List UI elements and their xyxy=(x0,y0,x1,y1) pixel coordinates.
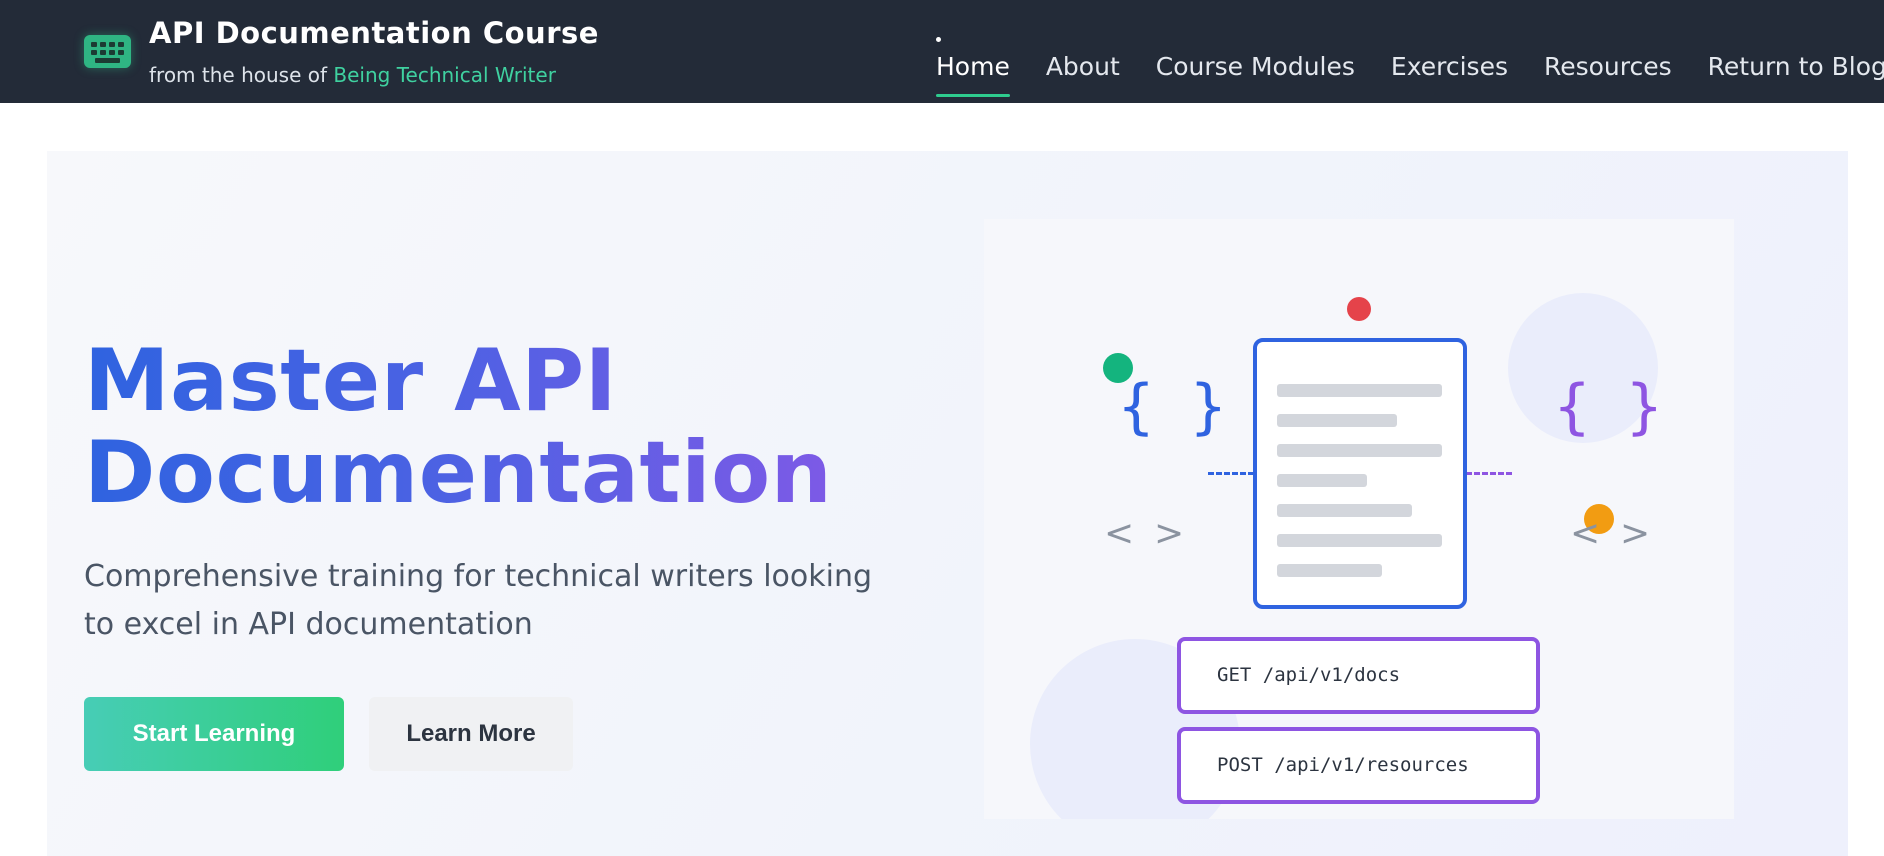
site-subtitle: from the house of Being Technical Writer xyxy=(149,63,556,87)
doc-line xyxy=(1277,534,1442,547)
document-icon xyxy=(1253,338,1467,609)
nav-home[interactable]: Home xyxy=(936,52,1010,97)
curly-braces-icon: { } xyxy=(1554,372,1663,442)
nav-resources[interactable]: Resources xyxy=(1544,52,1672,96)
endpoint-get-docs: GET /api/v1/docs xyxy=(1177,637,1540,714)
connector-right xyxy=(1466,472,1512,475)
api-docs-illustration: { } { } < > < > GET /api/v1/docs POST /a… xyxy=(984,219,1734,819)
connector-left xyxy=(1208,472,1254,475)
hero-description: Comprehensive training for technical wri… xyxy=(84,559,872,642)
doc-line xyxy=(1277,414,1397,427)
main-nav: Home About Course Modules Exercises Reso… xyxy=(936,52,1884,97)
nav-about[interactable]: About xyxy=(1046,52,1120,96)
doc-line xyxy=(1277,504,1412,517)
hero-title: Master API Documentation xyxy=(84,335,832,519)
doc-line xyxy=(1277,444,1442,457)
doc-line xyxy=(1277,384,1442,397)
hero-title-line2: Documentation xyxy=(84,423,833,523)
start-learning-button[interactable]: Start Learning xyxy=(84,697,344,771)
chevron-right-icon: > xyxy=(1620,513,1651,554)
learn-more-button[interactable]: Learn More xyxy=(369,697,573,771)
chevron-left-icon: < xyxy=(1104,513,1135,554)
nav-exercises[interactable]: Exercises xyxy=(1391,52,1508,96)
nav-return-to-blog[interactable]: Return to Blog xyxy=(1708,52,1884,96)
doc-line xyxy=(1277,564,1382,577)
nav-indicator-dot xyxy=(936,37,941,42)
chevron-left-icon: < xyxy=(1570,513,1601,554)
nav-course-modules[interactable]: Course Modules xyxy=(1156,52,1355,96)
site-title[interactable]: API Documentation Course xyxy=(149,16,599,50)
keyboard-icon xyxy=(84,35,131,68)
top-navbar: API Documentation Course from the house … xyxy=(0,0,1884,103)
doc-line xyxy=(1277,474,1367,487)
curly-braces-icon: { } xyxy=(1118,372,1227,442)
hero-title-line1: Master API xyxy=(84,331,618,431)
chevron-right-icon: > xyxy=(1154,513,1185,554)
red-dot xyxy=(1347,297,1371,321)
endpoint-post-resources: POST /api/v1/resources xyxy=(1177,727,1540,804)
subtitle-prefix: from the house of xyxy=(149,63,328,87)
being-technical-writer-link[interactable]: Being Technical Writer xyxy=(333,63,556,87)
